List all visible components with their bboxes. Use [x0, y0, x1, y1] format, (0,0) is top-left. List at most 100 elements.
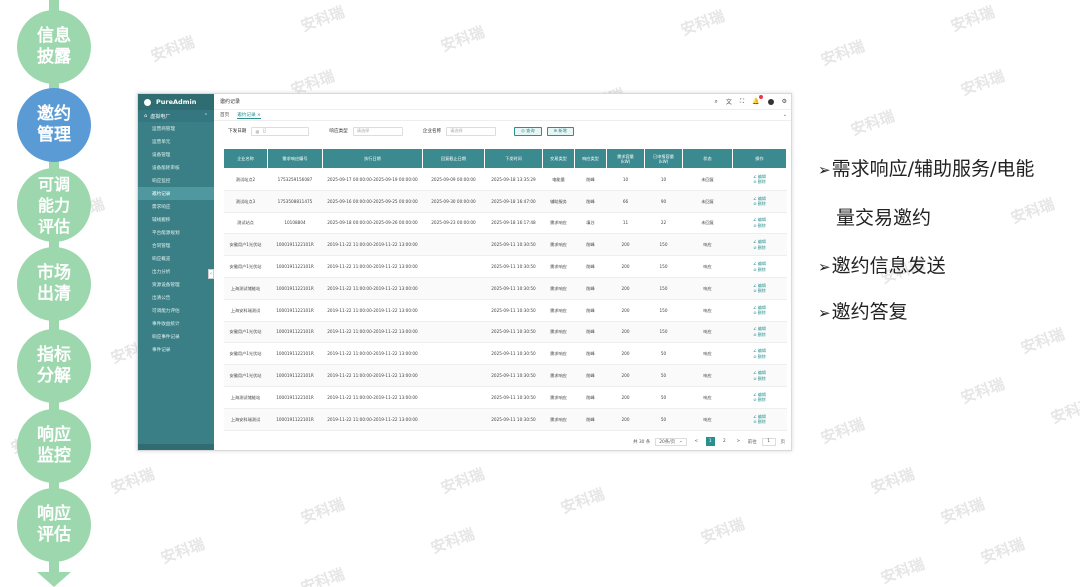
- column-header[interactable]: 交易类型: [542, 148, 575, 169]
- date-filter-input[interactable]: ▦ 日: [251, 126, 310, 136]
- sidebar-item-12[interactable]: 资源设备管理: [138, 278, 214, 291]
- table-row[interactable]: 上海安科瑞测试 1000191122101R 2019-11-22 11:00:00…: [223, 299, 787, 322]
- page-button-1[interactable]: 1: [705, 437, 715, 446]
- sidebar-item-17[interactable]: 事件记录: [138, 343, 214, 356]
- column-header[interactable]: 下发时间: [484, 148, 543, 169]
- delete-link[interactable]: ⊘ 删除: [734, 354, 786, 360]
- bell-icon[interactable]: 🔔: [752, 95, 763, 105]
- table-row[interactable]: 上海安科瑞测试 1000191122101R 2019-11-22 11:00:00…: [223, 408, 787, 431]
- delete-link[interactable]: ⊘ 删除: [734, 419, 786, 425]
- delete-link[interactable]: ⊘ 删除: [734, 179, 786, 185]
- type-filter-placeholder: 请选择: [356, 128, 370, 133]
- table-cell: 需求响应: [542, 299, 575, 322]
- sidebar-item-9[interactable]: 合同管理: [138, 239, 214, 252]
- watermark: 安科瑞: [298, 494, 347, 528]
- table-row[interactable]: 安徽用户1光伏站 1000191122101R 2019-11-22 11:00:0…: [223, 255, 787, 278]
- delete-link[interactable]: ⊘ 删除: [734, 376, 786, 382]
- delete-link[interactable]: ⊘ 删除: [734, 223, 786, 229]
- table-body: 测试站点2 1753259156087 2025-09-17 00:00:00-20…: [223, 168, 787, 431]
- column-header[interactable]: 响应类型: [574, 148, 607, 169]
- sidebar-item-14[interactable]: 可调能力评估: [138, 304, 214, 317]
- page-size-select[interactable]: 20条/页 ⌄: [655, 437, 687, 446]
- table-row[interactable]: 安徽用户1光伏站 1000191122101R 2019-11-22 11:00:0…: [223, 364, 787, 387]
- table-cell: 测试站点: [223, 212, 268, 235]
- gear-icon[interactable]: ⚙: [782, 98, 787, 105]
- add-button[interactable]: ⊕ 新增: [546, 126, 574, 136]
- watermark: 安科瑞: [678, 6, 727, 40]
- column-header[interactable]: 企业名称: [223, 148, 268, 169]
- delete-link[interactable]: ⊘ 删除: [734, 288, 786, 294]
- sidebar-item-7[interactable]: 辅线搬移: [138, 213, 214, 226]
- sidebar-item-0[interactable]: 运营商管理: [138, 122, 214, 135]
- table-cell: 150: [644, 321, 683, 344]
- tab-home[interactable]: 首页: [220, 112, 229, 118]
- sidebar-item-5[interactable]: 邀约记录: [138, 187, 214, 200]
- chevron-up-icon: ⌃: [203, 113, 208, 119]
- sidebar-item-10[interactable]: 响应概览: [138, 252, 214, 265]
- page-button-2[interactable]: 2: [720, 437, 729, 446]
- type-filter-select[interactable]: 请选择: [352, 126, 403, 136]
- bullet-item-1-cont: 量交易邀约: [836, 203, 931, 230]
- table-row[interactable]: 安徽用户1光伏站 1000191122101R 2019-11-22 11:00:0…: [223, 321, 787, 344]
- search-button[interactable]: ◎ 查询: [514, 126, 542, 136]
- next-page-button[interactable]: >: [734, 437, 743, 446]
- column-header[interactable]: 操作: [732, 148, 787, 169]
- sidebar-item-6[interactable]: 需求响应: [138, 200, 214, 213]
- delete-link[interactable]: ⊘ 删除: [734, 267, 786, 273]
- actions-cell: ∠ 编辑 ⊘ 删除: [732, 255, 787, 278]
- delete-link[interactable]: ⊘ 删除: [734, 201, 786, 207]
- column-header[interactable]: 需求容量 (kW): [606, 148, 645, 169]
- translate-icon[interactable]: 文: [726, 97, 732, 106]
- sidebar-item-3[interactable]: 设备能耗审核: [138, 161, 214, 174]
- table-cell: [422, 342, 485, 366]
- sidebar-item-2[interactable]: 设备管理: [138, 148, 214, 161]
- table-row[interactable]: 安徽用户1光伏站 1000191122101R 2019-11-22 11:00:0…: [223, 233, 787, 257]
- chevron-down-icon[interactable]: ⌄: [783, 112, 787, 118]
- prev-page-button[interactable]: <: [692, 437, 701, 446]
- table-cell: 200: [606, 277, 645, 300]
- column-header[interactable]: 需求响应编号: [267, 148, 323, 169]
- sidebar-item-1[interactable]: 运营单元: [138, 135, 214, 148]
- column-header[interactable]: 执行日期: [322, 148, 423, 169]
- sidebar-item-13[interactable]: 出清公告: [138, 291, 214, 304]
- search-icon[interactable]: ⌕: [715, 98, 718, 106]
- sidebar-item-8[interactable]: 平台能源规划: [138, 226, 214, 239]
- sidebar-item-16[interactable]: 响应事件记录: [138, 330, 214, 343]
- delete-link[interactable]: ⊘ 删除: [734, 397, 786, 403]
- table-cell: 2019-11-22 11:00:00-2019-11-22 13:00:00: [322, 255, 423, 278]
- goto-page-input[interactable]: 1: [761, 437, 776, 446]
- watermark: 安科瑞: [818, 414, 867, 448]
- avatar[interactable]: [767, 98, 774, 105]
- column-header[interactable]: 已申报容量 (kW): [644, 148, 683, 169]
- table-cell: 1000191122101R: [267, 321, 323, 344]
- filter-bar: 下发日期 ▦ 日 响应类型 请选择 企业名称 请选择 ◎ 查询 ⊕ 新增: [214, 121, 791, 141]
- table-cell: 2019-11-22 11:00:00-2019-11-22 13:00:00: [322, 386, 423, 409]
- table-row[interactable]: 测试站点2 1753259156087 2025-09-17 00:00:00-20…: [223, 168, 787, 191]
- watermark: 安科瑞: [158, 534, 207, 568]
- fullscreen-icon[interactable]: ⛶: [740, 98, 744, 106]
- table-row[interactable]: 上海测试储能站 1000191122101R 2019-11-22 11:00:00…: [223, 277, 787, 300]
- sidebar-item-4[interactable]: 响应监控: [138, 174, 214, 187]
- delete-link[interactable]: ⊘ 删除: [734, 332, 786, 338]
- bullet-text-1: 需求响应/辅助服务/电能: [831, 158, 1035, 180]
- table-row[interactable]: 测试站点3 1753508811475 2025-09-16 00:00:00-20…: [223, 190, 787, 213]
- table-row[interactable]: 安徽用户1光伏站 1000191122101R 2019-11-22 11:00:0…: [223, 342, 787, 366]
- sidebar-group-vpp[interactable]: ⌂ 虚拟电厂 ⌃: [138, 110, 214, 122]
- table-row[interactable]: 上海测试储能站 1000191122101R 2019-11-22 11:00:00…: [223, 386, 787, 409]
- table-cell: 上海安科瑞测试: [223, 299, 268, 322]
- column-header[interactable]: 状态: [682, 148, 733, 169]
- watermark: 安科瑞: [438, 22, 487, 56]
- sidebar-item-11[interactable]: 出力分析: [138, 265, 214, 278]
- delete-link[interactable]: ⊘ 删除: [734, 245, 786, 251]
- tab-invite-records[interactable]: 邀约记录 ×: [237, 112, 261, 119]
- watermark: 安科瑞: [878, 554, 927, 587]
- company-filter-select[interactable]: 请选择: [446, 126, 497, 136]
- delete-link[interactable]: ⊘ 删除: [734, 310, 786, 316]
- sidebar-item-15[interactable]: 事件收益统计: [138, 317, 214, 330]
- table-cell: 200: [606, 255, 645, 278]
- column-header[interactable]: 回复截止日期: [422, 148, 485, 169]
- actions-cell: ∠ 编辑 ⊘ 删除: [732, 321, 787, 344]
- table-row[interactable]: 测试站点 10108804 2025-09-18 00:00:00-2025-09-…: [223, 212, 787, 235]
- bullet-text-3: 邀约答复: [831, 301, 908, 323]
- chevron-down-icon: ⌄: [679, 439, 683, 444]
